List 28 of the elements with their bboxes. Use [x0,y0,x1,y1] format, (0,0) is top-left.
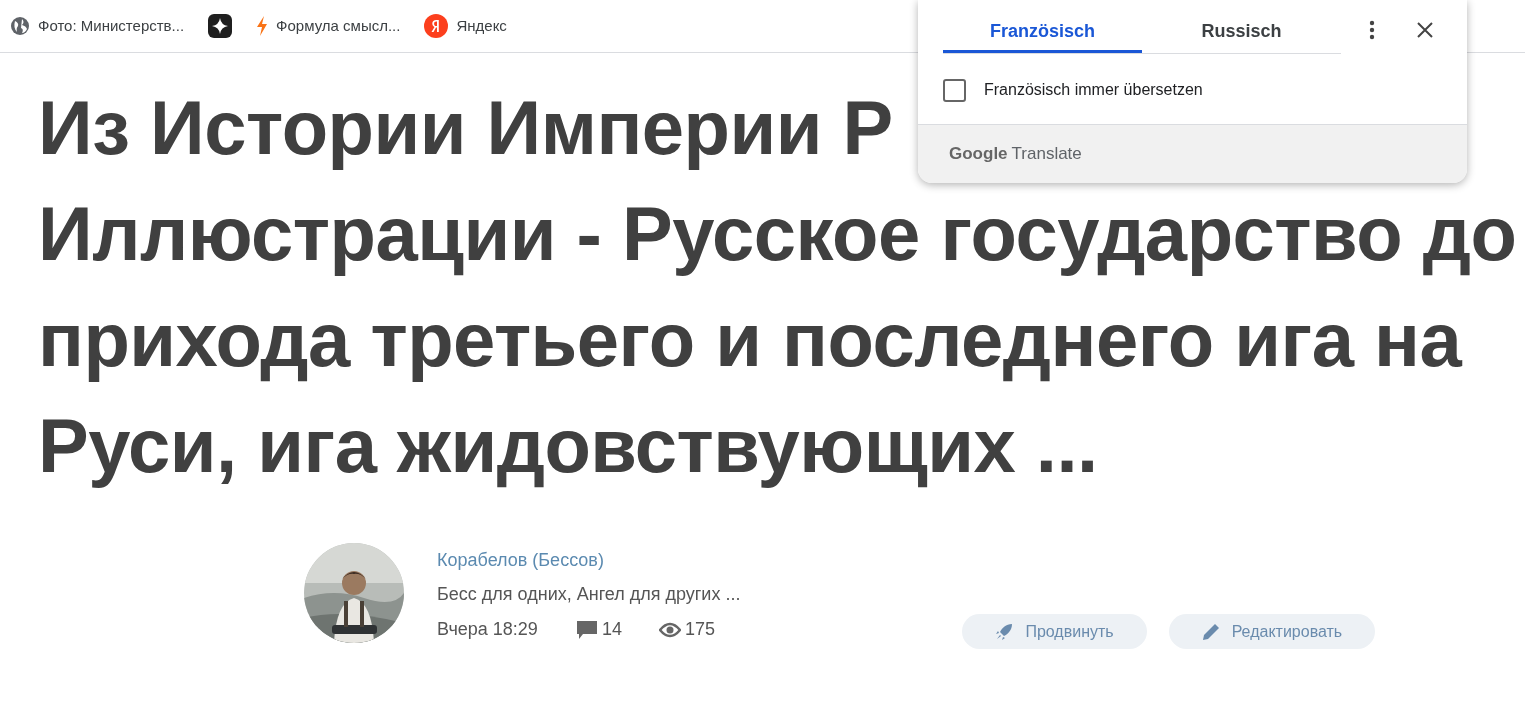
headline-line: прихода третьего и последнего ига на [38,296,1462,384]
author-name[interactable]: Корабелов (Бессов) [437,547,741,573]
rocket-icon [995,622,1014,641]
comment-icon [575,619,598,640]
close-icon[interactable] [1417,22,1433,38]
sparkle-icon [208,14,233,38]
bookmark-link[interactable]: Яндекс [456,14,507,38]
yandex-icon [424,14,449,38]
headline-line: Иллюстрации - Русское государство до [38,190,1517,278]
language-tab[interactable]: Französisch [943,18,1142,53]
google-logo: Google [949,143,1008,166]
pencil-icon [1201,622,1220,641]
lightning-icon [256,16,269,36]
checkbox-label: Französisch immer übersetzen [984,80,1203,100]
bookmark-link[interactable]: Формула смысл... [276,14,401,38]
comment-count: 14 [601,618,622,641]
author-bio: Бесс для одних, Ангел для других ... [437,583,741,606]
checkbox[interactable] [943,78,966,102]
globe-icon [10,16,30,36]
translate-label: Translate [1011,143,1082,166]
headline-line: Из Истории Империи Р [38,84,893,172]
more-icon[interactable] [1369,20,1375,40]
headline-line: Руси, ига жидовствующих ... [38,402,1098,490]
view-count: 175 [684,618,715,641]
post-date: Вчера 18:29 [437,618,538,641]
eye-icon [658,621,681,638]
language-tab[interactable]: Russisch [1142,18,1341,53]
bookmark-link[interactable]: Фото: Министерств... [38,14,185,38]
